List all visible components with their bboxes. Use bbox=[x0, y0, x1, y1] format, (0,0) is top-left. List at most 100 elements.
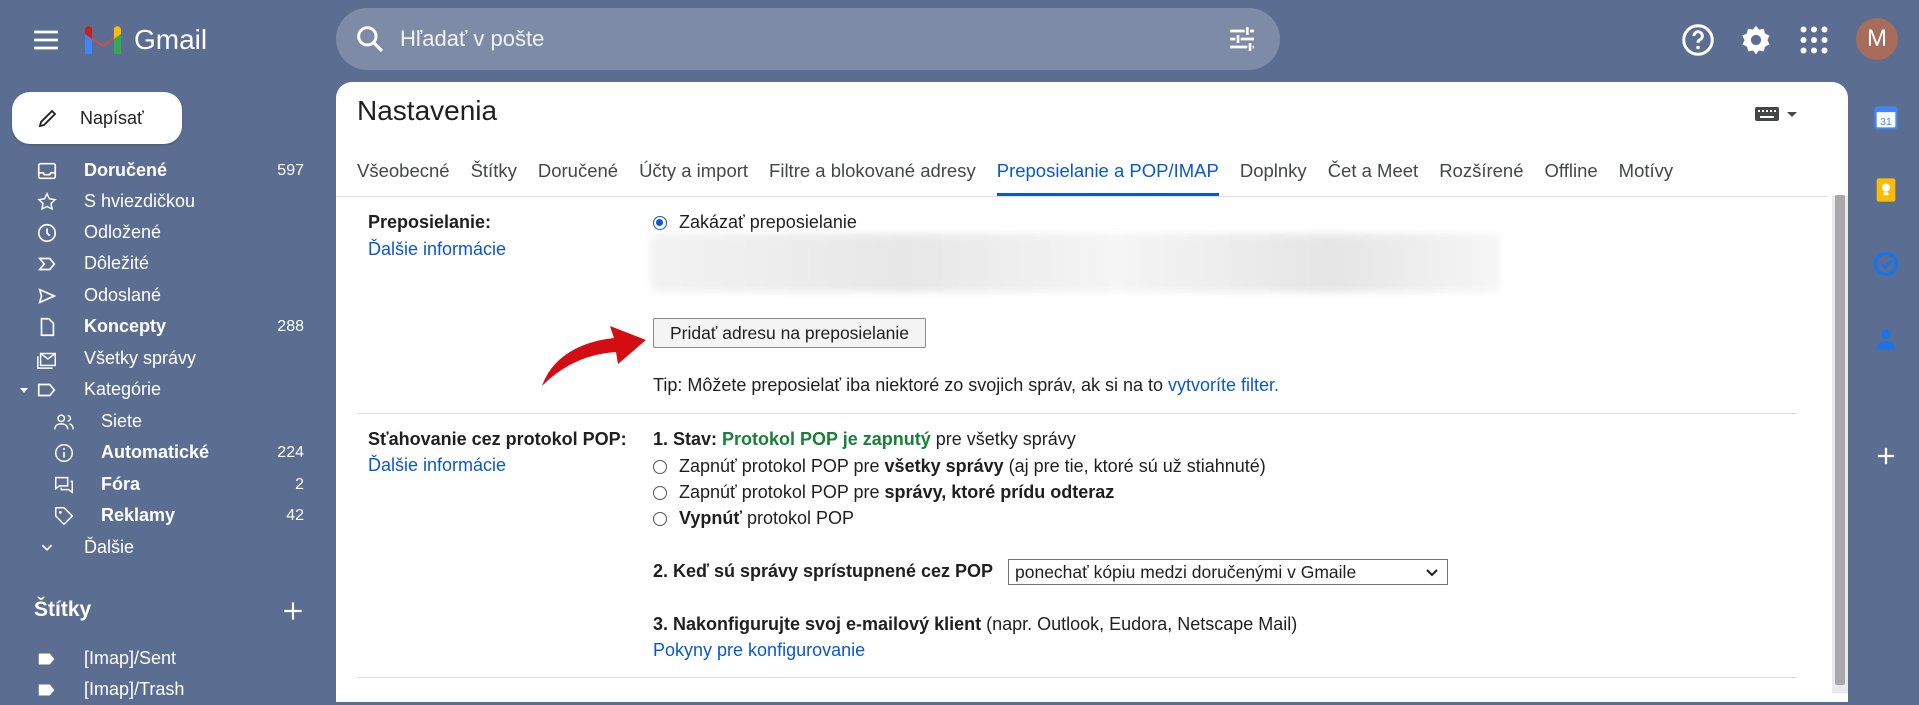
tab-filters[interactable]: Filtre a blokované adresy bbox=[769, 158, 976, 196]
pencil-icon bbox=[38, 109, 57, 128]
search-bar[interactable] bbox=[336, 8, 1280, 70]
tab-labels[interactable]: Štítky bbox=[471, 158, 517, 196]
tab-chat-meet[interactable]: Čet a Meet bbox=[1328, 158, 1419, 196]
calendar-icon[interactable]: 31 bbox=[1872, 104, 1900, 132]
radio-label: Zakázať preposielanie bbox=[679, 212, 857, 232]
contacts-icon[interactable] bbox=[1872, 325, 1900, 353]
pop-option-new[interactable]: Zapnúť protokol POP pre správy, ktoré pr… bbox=[653, 482, 1114, 503]
sidebar-label-trash[interactable]: [Imap]/Trash bbox=[0, 674, 320, 705]
pop-option-disable[interactable]: Vypnúť protokol POP bbox=[653, 508, 854, 529]
sidebar-item-snoozed[interactable]: Odložené bbox=[0, 217, 320, 248]
radio-label-bold: všetky správy bbox=[884, 456, 1004, 476]
pop-action-select[interactable]: ponechať kópiu medzi doručenými v Gmaile bbox=[1008, 559, 1448, 585]
red-arrow-annotation bbox=[542, 326, 646, 386]
apps-grid-icon[interactable] bbox=[1796, 22, 1832, 58]
pop-status: 1. Stav: Protokol POP je zapnutý pre vše… bbox=[653, 429, 1076, 450]
radio-disable-forwarding[interactable] bbox=[653, 215, 667, 230]
sidebar-label-name: [Imap]/Sent bbox=[84, 648, 177, 668]
step3-suffix: (napr. Outlook, Eudora, Netscape Mail) bbox=[981, 614, 1298, 634]
config-instructions-link[interactable]: Pokyny pre konfigurovanie bbox=[653, 640, 865, 661]
tip-text: Tip: Môžete preposielať iba niektoré zo … bbox=[653, 375, 1168, 395]
sidebar-item-promotions[interactable]: Reklamy 42 bbox=[0, 500, 320, 531]
help-icon[interactable] bbox=[1680, 22, 1716, 58]
sidebar-item-social[interactable]: Siete bbox=[0, 406, 320, 437]
forwarding-more-info-link[interactable]: Ďalšie informácie bbox=[368, 239, 506, 260]
sidebar-label-sent[interactable]: [Imap]/Sent bbox=[0, 643, 320, 674]
add-forwarding-address-button[interactable]: Pridať adresu na preposielanie bbox=[653, 318, 926, 348]
tab-themes[interactable]: Motívy bbox=[1619, 158, 1673, 196]
forwarding-title: Preposielanie: bbox=[368, 212, 492, 232]
select-value: ponechať kópiu medzi doručenými v Gmaile bbox=[1015, 561, 1357, 582]
account-avatar[interactable]: M bbox=[1856, 18, 1898, 60]
tab-general[interactable]: Všeobecné bbox=[357, 158, 450, 196]
send-icon bbox=[38, 287, 57, 304]
unread-count: 224 bbox=[277, 443, 304, 461]
pop-step2-label: 2. Keď sú správy sprístupnené cez POP bbox=[653, 561, 994, 581]
radio-label-bold: správy, ktoré prídu odteraz bbox=[884, 482, 1115, 502]
unread-count: 2 bbox=[295, 475, 304, 493]
search-options-icon[interactable] bbox=[1226, 23, 1258, 55]
sidebar-item-important[interactable]: Dôležité bbox=[0, 248, 320, 279]
pop-more-info-link[interactable]: Ďalšie informácie bbox=[368, 455, 506, 476]
unread-count: 597 bbox=[277, 161, 304, 179]
pop-option-all[interactable]: Zapnúť protokol POP pre všetky správy (a… bbox=[653, 456, 1266, 477]
tab-offline[interactable]: Offline bbox=[1545, 158, 1598, 196]
radio-label: Zapnúť protokol POP pre bbox=[679, 482, 885, 502]
forwarding-tip: Tip: Môžete preposielať iba niektoré zo … bbox=[653, 375, 1279, 396]
main-menu-icon[interactable] bbox=[30, 24, 62, 56]
sidebar-item-inbox[interactable]: Doručené 597 bbox=[0, 155, 320, 186]
sidebar-item-starred[interactable]: S hviezdičkou bbox=[0, 186, 320, 217]
keyboard-icon[interactable] bbox=[1755, 104, 1811, 126]
info-icon bbox=[55, 443, 73, 462]
sidebar-item-label: Koncepty bbox=[84, 316, 167, 336]
search-icon[interactable] bbox=[354, 23, 386, 55]
radio-pop-new[interactable] bbox=[653, 485, 667, 500]
caret-down-icon[interactable] bbox=[18, 384, 30, 396]
tab-addons[interactable]: Doplnky bbox=[1240, 158, 1307, 196]
add-label-icon[interactable] bbox=[280, 598, 306, 624]
status-label: 1. Stav: bbox=[653, 429, 723, 449]
important-icon bbox=[37, 257, 56, 270]
tag-icon bbox=[55, 506, 74, 525]
add-app-icon[interactable] bbox=[1872, 442, 1900, 470]
forum-icon bbox=[55, 476, 73, 494]
radio-label: Zapnúť protokol POP pre bbox=[679, 456, 885, 476]
sidebar-item-forums[interactable]: Fóra 2 bbox=[0, 469, 320, 500]
sidebar-item-label: Fóra bbox=[101, 474, 141, 494]
sidebar-item-categories[interactable]: Kategórie bbox=[0, 374, 320, 405]
sidebar-item-label: Automatické bbox=[101, 442, 210, 462]
keep-icon[interactable] bbox=[1872, 176, 1900, 204]
compose-button[interactable]: Napísať bbox=[12, 92, 182, 144]
labels-section-title: Štítky bbox=[34, 598, 92, 621]
sidebar-item-updates[interactable]: Automatické 224 bbox=[0, 437, 320, 468]
radio-pop-disable[interactable] bbox=[653, 511, 667, 526]
tab-advanced[interactable]: Rozšírené bbox=[1439, 158, 1523, 196]
status-suffix: pre všetky správy bbox=[930, 429, 1076, 449]
label-filled-icon bbox=[38, 653, 55, 664]
star-icon bbox=[37, 191, 57, 210]
status-value: Protokol POP je zapnutý bbox=[722, 429, 931, 449]
tab-accounts[interactable]: Účty a import bbox=[639, 158, 748, 196]
sidebar-item-all-mail[interactable]: Všetky správy bbox=[0, 343, 320, 374]
search-input[interactable] bbox=[398, 25, 1226, 53]
settings-gear-icon[interactable] bbox=[1738, 22, 1774, 58]
create-filter-link[interactable]: vytvoríte filter. bbox=[1168, 375, 1279, 396]
radio-label: protokol POP bbox=[741, 508, 855, 528]
unread-count: 288 bbox=[277, 317, 304, 335]
gmail-logo[interactable]: Gmail bbox=[82, 20, 207, 60]
tabs-divider bbox=[336, 196, 1828, 197]
sidebar-label-name: [Imap]/Trash bbox=[84, 679, 185, 699]
sidebar-item-drafts[interactable]: Koncepty 288 bbox=[0, 311, 320, 342]
tab-forwarding-pop-imap[interactable]: Preposielanie a POP/IMAP bbox=[996, 158, 1219, 196]
sidebar-item-label: Doručené bbox=[84, 160, 168, 180]
forwarding-disable-option[interactable]: Zakázať preposielanie bbox=[653, 212, 857, 233]
all-mail-icon bbox=[37, 352, 56, 369]
settings-tabs: Všeobecné Štítky Doručené Účty a import … bbox=[357, 158, 1694, 196]
sidebar-item-label: Odložené bbox=[84, 222, 162, 242]
scrollbar-thumb[interactable] bbox=[1835, 195, 1845, 685]
sidebar-item-sent[interactable]: Odoslané bbox=[0, 280, 320, 311]
tab-inbox[interactable]: Doručené bbox=[538, 158, 618, 196]
sidebar-item-more[interactable]: Ďalšie bbox=[0, 532, 320, 563]
tasks-icon[interactable] bbox=[1872, 250, 1900, 278]
radio-pop-all[interactable] bbox=[653, 459, 667, 474]
